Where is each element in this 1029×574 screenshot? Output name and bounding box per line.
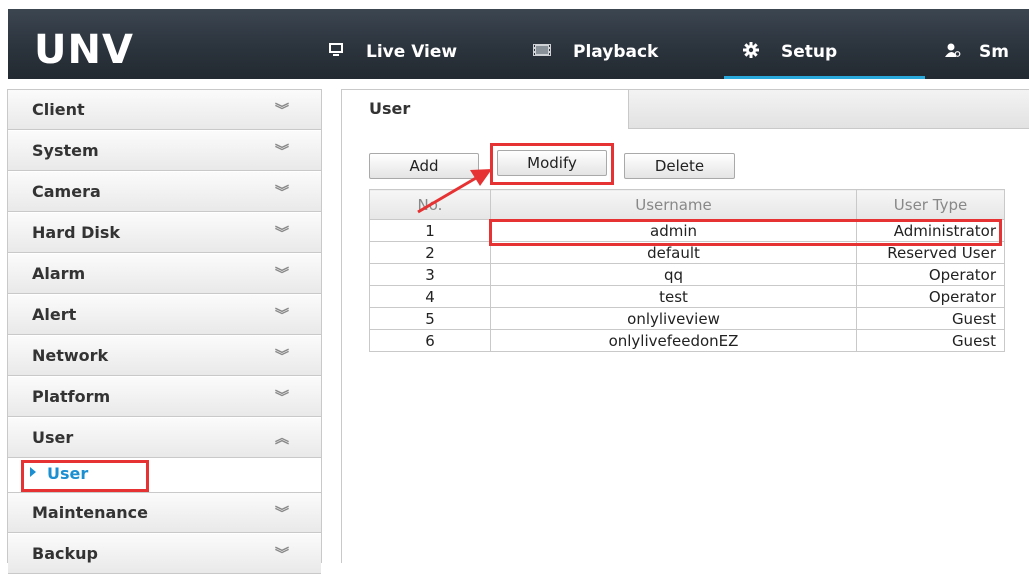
- sidebar-item-label: System: [32, 141, 99, 160]
- nav-live-view[interactable]: Live View: [328, 35, 457, 69]
- cell-no: 6: [369, 329, 491, 352]
- tab-strip: User: [342, 90, 1029, 129]
- logo-text: UNV: [34, 27, 134, 73]
- sidebar-item-label: Hard Disk: [32, 223, 121, 242]
- table-row[interactable]: 3 qq Operator: [369, 263, 1005, 286]
- sidebar-item-label: Maintenance: [32, 503, 149, 522]
- table-row[interactable]: 6 onlylivefeedonEZ Guest: [369, 329, 1005, 352]
- chevron-down-icon: ︾: [275, 349, 289, 365]
- cell-no: 2: [369, 241, 491, 264]
- highlight-box: [489, 219, 1002, 246]
- nav-live-view-label: Live View: [366, 42, 458, 62]
- sidebar-item-label: User: [32, 428, 74, 447]
- table-row[interactable]: 4 test Operator: [369, 285, 1005, 308]
- cell-username: onlyliveview: [490, 307, 857, 330]
- gear-icon: [743, 41, 759, 63]
- cell-no: 4: [369, 285, 491, 308]
- chevron-down-icon: ︾: [275, 506, 289, 522]
- cell-user-type: Operator: [856, 263, 1005, 286]
- sidebar-item-camera[interactable]: Camera ︾: [8, 172, 321, 212]
- cell-username: onlylivefeedonEZ: [490, 329, 857, 352]
- nav-setup-label: Setup: [781, 42, 838, 62]
- annotation-arrow-icon: [417, 169, 492, 214]
- sidebar-item-label: Alert: [32, 305, 77, 324]
- active-tab-indicator: [724, 76, 925, 79]
- sidebar-item-client[interactable]: Client ︾: [8, 90, 321, 130]
- cell-no: 1: [369, 219, 491, 242]
- sidebar-item-label: Platform: [32, 387, 111, 406]
- user-search-icon: [945, 42, 961, 63]
- top-bar: UNV Live View Playback Setup Sm: [0, 0, 1029, 79]
- chevron-down-icon: ︾: [275, 226, 289, 242]
- chevron-down-icon: ︾: [275, 103, 289, 119]
- column-header-username[interactable]: Username: [490, 189, 857, 220]
- tab-user-label: User: [369, 99, 411, 118]
- sidebar-item-platform[interactable]: Platform ︾: [8, 377, 321, 417]
- sidebar: Client ︾ System ︾ Camera ︾ Hard Disk ︾ A…: [7, 89, 322, 574]
- nav-playback[interactable]: Playback: [533, 35, 658, 69]
- sidebar-item-label: Backup: [32, 544, 98, 563]
- table-row[interactable]: 5 onlyliveview Guest: [369, 307, 1005, 330]
- sidebar-item-label: Alarm: [32, 264, 86, 283]
- sidebar-subitem-user[interactable]: User: [8, 458, 321, 493]
- chevron-down-icon: ︾: [275, 267, 289, 283]
- nav-playback-label: Playback: [573, 42, 659, 62]
- navigation-bar: UNV Live View Playback Setup Sm: [8, 9, 1029, 79]
- monitor-icon: [328, 42, 344, 62]
- sidebar-item-backup[interactable]: Backup ︾: [8, 534, 321, 574]
- sidebar-item-label: Client: [32, 100, 85, 119]
- highlight-box: [21, 460, 149, 492]
- cell-username: test: [490, 285, 857, 308]
- sidebar-item-system[interactable]: System ︾: [8, 131, 321, 171]
- sidebar-item-label: Camera: [32, 182, 101, 201]
- chevron-up-icon: ︽: [275, 431, 289, 447]
- sidebar-item-alarm[interactable]: Alarm ︾: [8, 254, 321, 294]
- delete-button[interactable]: Delete: [624, 153, 735, 179]
- sidebar-item-network[interactable]: Network ︾: [8, 336, 321, 376]
- chevron-down-icon: ︾: [275, 185, 289, 201]
- tab-user[interactable]: User: [342, 90, 629, 129]
- cell-user-type: Guest: [856, 329, 1005, 352]
- cell-no: 5: [369, 307, 491, 330]
- cell-user-type: Operator: [856, 285, 1005, 308]
- chevron-down-icon: ︾: [275, 308, 289, 324]
- sidebar-item-hard-disk[interactable]: Hard Disk ︾: [8, 213, 321, 253]
- nav-smart[interactable]: Sm: [945, 35, 1009, 69]
- column-header-user-type[interactable]: User Type: [856, 189, 1005, 220]
- film-icon: [533, 42, 551, 62]
- delete-button-label: Delete: [654, 157, 705, 175]
- highlight-box: [490, 143, 614, 185]
- sidebar-item-user[interactable]: User ︽: [8, 418, 321, 458]
- sidebar-item-maintenance[interactable]: Maintenance ︾: [8, 493, 321, 533]
- cell-user-type: Guest: [856, 307, 1005, 330]
- sidebar-item-alert[interactable]: Alert ︾: [8, 295, 321, 335]
- chevron-down-icon: ︾: [275, 547, 289, 563]
- chevron-down-icon: ︾: [275, 390, 289, 406]
- nav-smart-label: Sm: [979, 42, 1009, 62]
- sidebar-item-label: Network: [32, 346, 109, 365]
- chevron-down-icon: ︾: [275, 144, 289, 160]
- brand-logo: UNV: [34, 27, 134, 73]
- nav-setup[interactable]: Setup: [743, 35, 837, 69]
- cell-no: 3: [369, 263, 491, 286]
- cell-username: qq: [490, 263, 857, 286]
